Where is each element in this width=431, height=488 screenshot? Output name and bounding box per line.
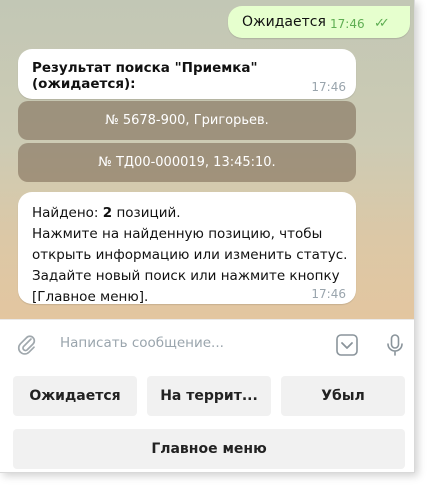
instruction-line: Нажмите на найденную позицию, чтобы откр… [32, 226, 348, 263]
double-check-icon: ✓✓ [374, 16, 390, 31]
message-time: 17:46 [330, 17, 365, 31]
outgoing-message-text: Ожидается [242, 14, 326, 30]
found-suffix: позиций. [112, 205, 181, 221]
incoming-message-result[interactable]: Результат поиска "Приемка" (ожидается): … [18, 49, 356, 99]
reply-button-departed[interactable]: Убыл [281, 376, 405, 416]
outgoing-message[interactable]: Ожидается 17:46 ✓✓ [228, 6, 410, 38]
message-composer: Написать сообщение... [0, 319, 414, 370]
keyboard-toggle-icon[interactable] [334, 332, 360, 358]
reply-button-expected[interactable]: Ожидается [13, 376, 137, 416]
paperclip-icon[interactable] [14, 332, 40, 358]
microphone-icon[interactable] [382, 332, 408, 358]
chat-window: Ожидается 17:46 ✓✓ Результат поиска "При… [0, 0, 415, 473]
message-area[interactable]: Ожидается 17:46 ✓✓ Результат поиска "При… [0, 0, 414, 319]
message-time: 17:46 [311, 287, 346, 301]
incoming-message-info[interactable]: Найдено: 2 позиций. Нажмите на найденную… [18, 192, 356, 305]
info-text: Найдено: 2 позиций. Нажмите на найденную… [32, 203, 352, 308]
found-count-line: Найдено: 2 позиций. [32, 203, 352, 224]
message-input[interactable]: Написать сообщение... [60, 335, 224, 351]
inline-button-result-1[interactable]: № 5678-900, Григорьев. [18, 101, 356, 140]
reply-button-main-menu[interactable]: Главное меню [13, 429, 405, 469]
new-search-line: Задайте новый поиск или нажмите кнопку [… [32, 268, 340, 305]
reply-button-on-territory[interactable]: На террит... [147, 376, 271, 416]
result-header-text: Результат поиска "Приемка" (ожидается): [32, 60, 258, 92]
inline-button-result-2[interactable]: № ТД00-000019, 13:45:10. [18, 143, 356, 182]
message-time: 17:46 [311, 80, 346, 94]
found-prefix: Найдено: [32, 205, 103, 221]
found-count: 2 [102, 205, 113, 221]
